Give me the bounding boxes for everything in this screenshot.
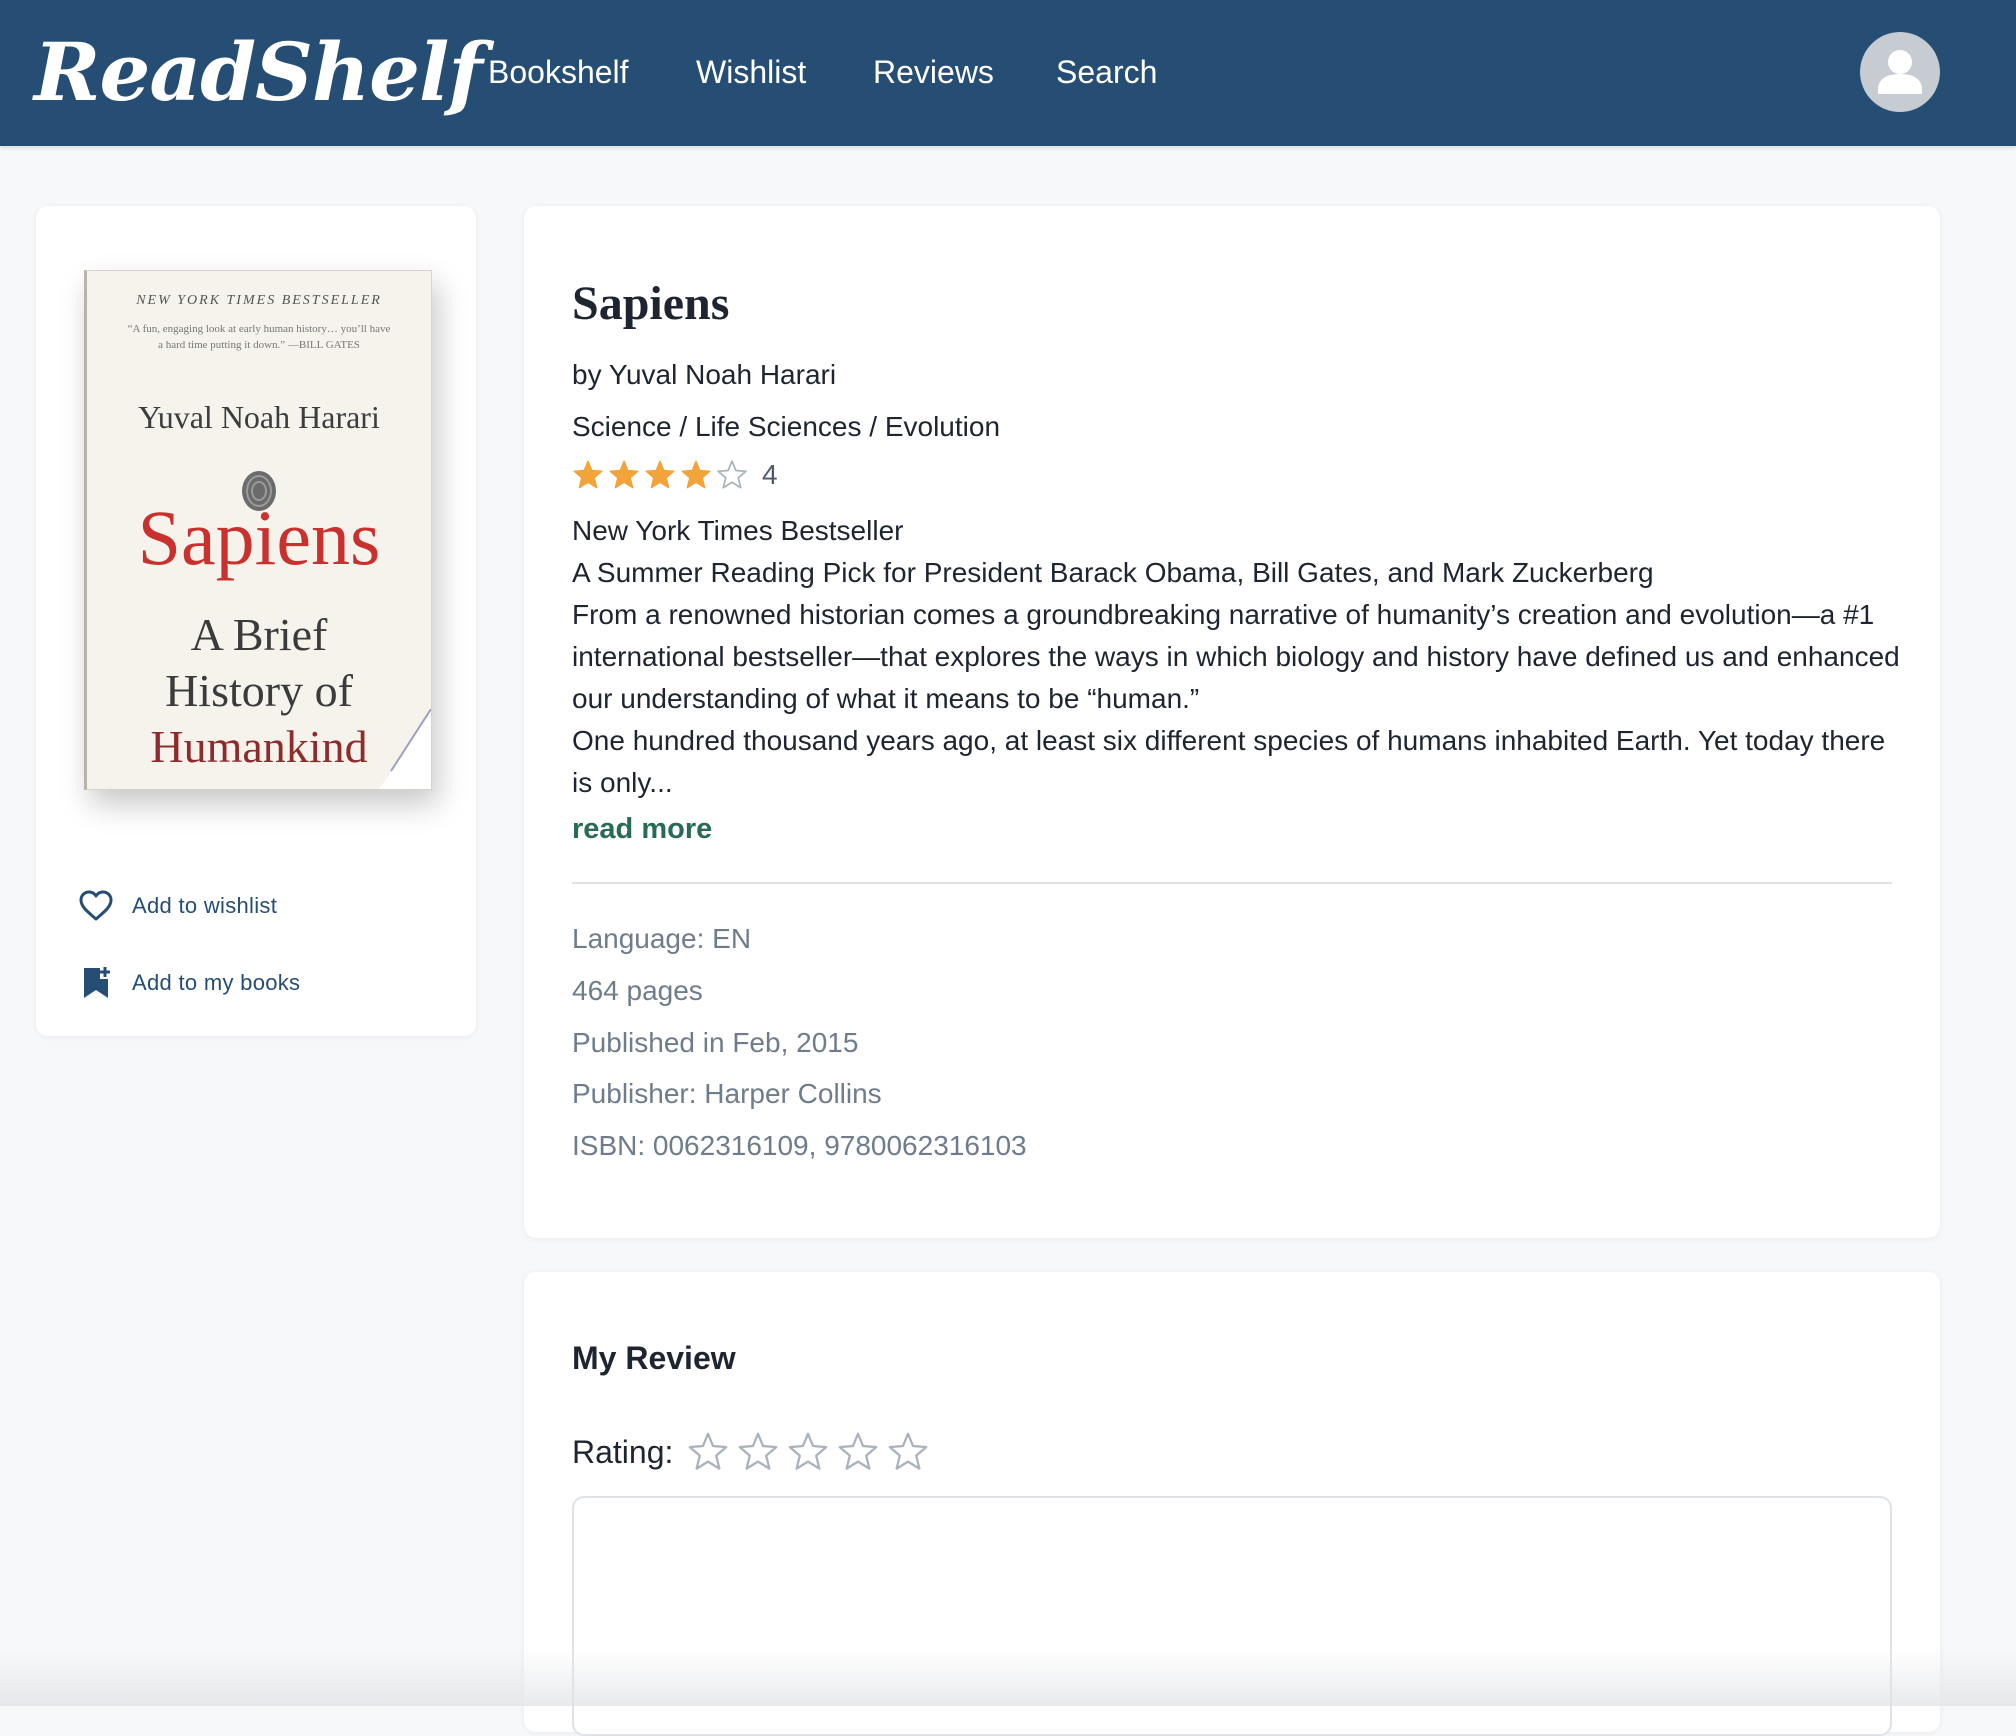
bookmark-plus-icon bbox=[84, 967, 110, 998]
description-paragraph: From a renowned historian comes a ground… bbox=[572, 599, 1900, 714]
nav-link-reviews[interactable]: Reviews bbox=[873, 50, 994, 94]
nav-link-search[interactable]: Search bbox=[1056, 50, 1157, 94]
my-review-heading: My Review bbox=[572, 1340, 736, 1376]
book-publisher: Publisher: Harper Collins bbox=[572, 1078, 882, 1109]
book-author: by Yuval Noah Harari bbox=[572, 359, 837, 390]
book-title: Sapiens bbox=[572, 277, 730, 330]
book-pages: 464 pages bbox=[572, 975, 703, 1006]
star-filled-icon bbox=[609, 460, 639, 489]
rating-star-3-icon[interactable] bbox=[787, 1431, 829, 1473]
review-rating-input: Rating: bbox=[572, 1430, 937, 1474]
cover-quote: “A fun, engaging look at early human his… bbox=[127, 323, 391, 351]
description-paragraph: A Summer Reading Pick for President Bara… bbox=[572, 557, 1654, 588]
review-rating-stars bbox=[687, 1431, 937, 1473]
rating-star-5-icon[interactable] bbox=[887, 1431, 929, 1473]
rating-star-1-icon[interactable] bbox=[687, 1431, 729, 1473]
page-curl-decoration bbox=[379, 709, 431, 789]
star-filled-icon bbox=[645, 460, 675, 489]
nav-link-bookshelf[interactable]: Bookshelf bbox=[488, 50, 629, 94]
description-paragraph: One hundred thousand years ago, at least… bbox=[572, 725, 1886, 798]
read-more-link[interactable]: read more bbox=[572, 808, 712, 850]
heart-icon bbox=[79, 890, 113, 921]
cover-author: Yuval Noah Harari bbox=[138, 399, 380, 435]
book-published-date: Published in Feb, 2015 bbox=[572, 1027, 859, 1058]
book-rating: 4 bbox=[572, 454, 778, 496]
book-rating-stars bbox=[572, 459, 752, 491]
cover-banner: NEW YORK TIMES BESTSELLER bbox=[136, 293, 382, 308]
review-textarea[interactable] bbox=[572, 1496, 1892, 1736]
app-logo[interactable]: ReadShelf bbox=[34, 22, 483, 122]
book-categories: Science / Life Sciences / Evolution bbox=[572, 411, 1001, 442]
add-to-my-books-label: Add to my books bbox=[132, 970, 301, 995]
book-rating-value: 4 bbox=[762, 459, 778, 490]
book-language: Language: EN bbox=[572, 923, 752, 954]
star-filled-icon bbox=[573, 460, 603, 489]
book-description: New York Times Bestseller A Summer Readi… bbox=[572, 510, 1902, 804]
description-paragraph: New York Times Bestseller bbox=[572, 515, 904, 546]
rating-star-4-icon[interactable] bbox=[837, 1431, 879, 1473]
top-navbar: ReadShelf Bookshelf Wishlist Reviews Sea… bbox=[0, 0, 2016, 146]
add-to-wishlist-label: Add to wishlist bbox=[132, 893, 278, 918]
cover-title: Sapiens bbox=[137, 494, 381, 581]
star-filled-icon bbox=[681, 460, 711, 489]
details-divider bbox=[572, 882, 1892, 884]
rating-star-2-icon[interactable] bbox=[737, 1431, 779, 1473]
cover-subtitle-line-1: A Brief bbox=[190, 609, 328, 660]
star-empty-icon bbox=[717, 460, 747, 489]
book-cover-image: NEW YORK TIMES BESTSELLER “A fun, engagi… bbox=[84, 270, 432, 790]
user-icon bbox=[1878, 50, 1922, 94]
book-isbn: ISBN: 0062316109, 9780062316103 bbox=[572, 1130, 1027, 1161]
nav-link-wishlist[interactable]: Wishlist bbox=[696, 50, 806, 94]
add-to-my-books-button[interactable]: Add to my books bbox=[78, 961, 300, 1005]
add-to-wishlist-button[interactable]: Add to wishlist bbox=[78, 884, 277, 928]
user-avatar-button[interactable] bbox=[1860, 32, 1940, 112]
review-rating-label: Rating: bbox=[572, 1433, 674, 1470]
